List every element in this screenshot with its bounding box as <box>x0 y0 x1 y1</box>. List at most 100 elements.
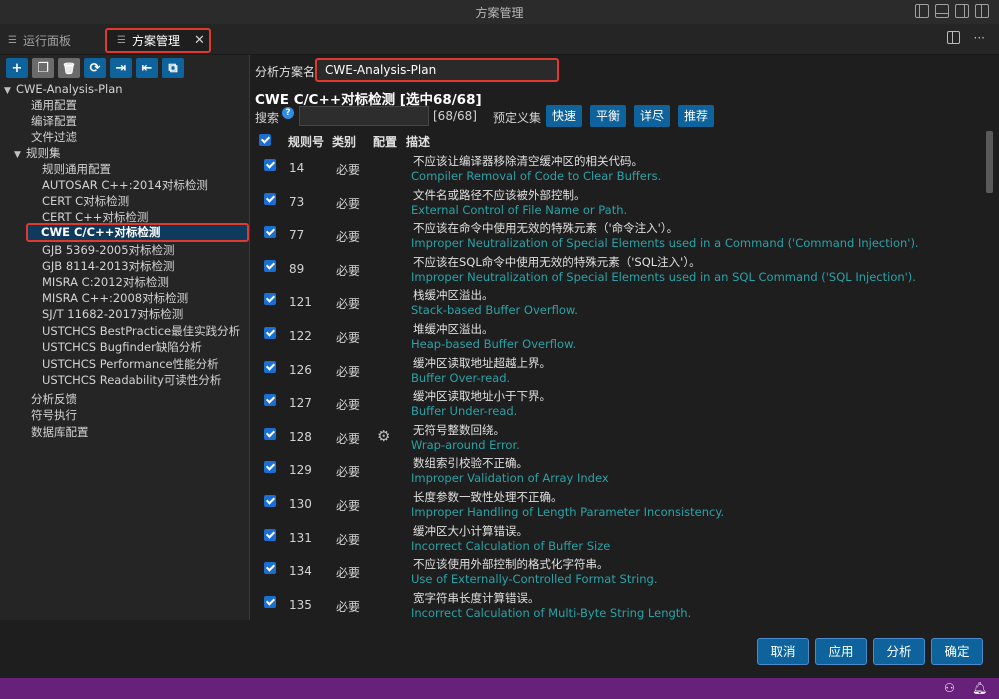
tree-rule-item[interactable]: USTCHCS Bugfinder缺陷分析 <box>42 339 202 355</box>
rule-id: 126 <box>289 362 312 377</box>
gear-icon[interactable]: ⚙ <box>377 427 390 445</box>
table-row[interactable]: 129 必要 数组索引校验不正确。 Improper Validation of Ar… <box>251 454 986 487</box>
search-count: [68/68] <box>433 109 477 123</box>
rule-checkbox[interactable] <box>264 293 276 306</box>
delete-plan-button[interactable]: 🗑 <box>58 58 80 78</box>
tree-item-file-filter[interactable]: 文件过滤 <box>31 129 77 145</box>
add-plan-button[interactable]: + <box>6 58 28 78</box>
close-icon[interactable]: ✕ <box>194 33 205 48</box>
tree-rule-item[interactable]: 规则通用配置 <box>42 161 111 177</box>
split-editor-icon[interactable] <box>946 31 960 44</box>
tree-rule-item[interactable]: USTCHCS BestPractice最佳实践分析 <box>42 323 240 339</box>
table-row[interactable]: 135 必要 宽字符串长度计算错误。 Incorrect Calculation of… <box>251 589 986 622</box>
tree-rule-item[interactable]: MISRA C:2012对标检测 <box>42 274 169 290</box>
apply-button[interactable]: 应用 <box>815 638 867 665</box>
tree-rule-item[interactable]: AUTOSAR C++:2014对标检测 <box>42 177 208 193</box>
table-row[interactable]: 130 必要 长度参数一致性处理不正确。 Improper Handling of L… <box>251 488 986 521</box>
table-row[interactable]: 14 必要 不应该让编译器移除清空缓冲区的相关代码。 Compiler Removal… <box>251 152 986 185</box>
table-row[interactable]: 89 必要 不应该在SQL命令中使用无效的特殊元素（'SQL注入'）。 Imprope… <box>251 253 986 286</box>
rule-id: 121 <box>289 295 312 310</box>
copy-plan-button[interactable]: ❐ <box>32 58 54 78</box>
customize-layout-icon[interactable] <box>975 4 989 18</box>
table-row[interactable]: 131 必要 缓冲区大小计算错误。 Incorrect Calculation of … <box>251 522 986 555</box>
rule-checkbox[interactable] <box>264 562 276 575</box>
plan-name-input[interactable]: CWE-Analysis-Plan <box>315 58 559 82</box>
tree-item-compile[interactable]: 编译配置 <box>31 113 77 129</box>
rule-checkbox[interactable] <box>264 327 276 339</box>
tree-item-general[interactable]: 通用配置 <box>31 97 77 113</box>
tree-rule-item[interactable]: GJB 8114-2013对标检测 <box>42 258 175 274</box>
tree-rule-item[interactable]: GJB 5369-2005对标检测 <box>42 242 175 258</box>
tree-root[interactable]: ▼ CWE-Analysis-Plan <box>4 81 123 97</box>
scrollbar[interactable] <box>986 131 993 193</box>
rule-checkbox[interactable] <box>264 595 276 608</box>
rule-checkbox[interactable] <box>264 259 276 272</box>
refresh-button[interactable]: ⟳ <box>84 58 106 78</box>
rule-checkbox[interactable] <box>264 159 276 171</box>
preset-balanced-button[interactable]: 平衡 <box>590 105 626 127</box>
cancel-button[interactable]: 取消 <box>757 638 809 665</box>
rule-checkbox[interactable] <box>264 427 276 440</box>
tree-rule-item[interactable]: USTCHCS Readability可读性分析 <box>42 372 221 388</box>
rule-desc-cn: 堆缓冲区溢出。 <box>413 322 494 336</box>
analyze-button[interactable]: 分析 <box>873 638 925 665</box>
tree-item-feedback[interactable]: 分析反馈 <box>31 391 77 407</box>
rule-checkbox[interactable] <box>264 226 276 239</box>
rule-category: 必要 <box>336 263 361 278</box>
tree-rule-item[interactable]: CERT C对标检测 <box>42 193 129 209</box>
export-icon: ⇤ <box>141 60 153 76</box>
table-row[interactable]: 126 必要 缓冲区读取地址超越上界。 Buffer Over-read. <box>251 354 986 387</box>
header-config: 配置 <box>373 135 398 149</box>
plus-icon: + <box>11 60 23 76</box>
tree-rule-item-selected[interactable]: CWE C/C++对标检测 <box>26 223 249 242</box>
tree-rule-item[interactable]: USTCHCS Performance性能分析 <box>42 356 219 372</box>
rule-checkbox[interactable] <box>264 360 276 373</box>
table-row[interactable]: 134 必要 不应该使用外部控制的格式化字符串。 Use of Externally-… <box>251 555 986 588</box>
select-all-checkbox[interactable] <box>259 134 271 146</box>
tab-plan-management[interactable]: ☰ 方案管理 ✕ <box>105 28 211 53</box>
duplicate-button[interactable]: ⧉ <box>162 58 184 78</box>
import-button[interactable]: ⇥ <box>110 58 132 78</box>
search-input[interactable] <box>299 106 429 126</box>
refresh-icon: ⟳ <box>89 60 101 76</box>
rule-desc-cn: 宽字符串长度计算错误。 <box>413 590 540 605</box>
rule-category: 必要 <box>336 163 361 177</box>
export-button[interactable]: ⇤ <box>136 58 158 78</box>
ok-button[interactable]: 确定 <box>931 638 983 665</box>
tree-item-symbolic[interactable]: 符号执行 <box>31 407 77 423</box>
preset-recommended-button[interactable]: 推荐 <box>678 105 714 127</box>
rule-desc-cn: 栈缓冲区溢出。 <box>413 288 494 303</box>
table-row[interactable]: 73 必要 文件名或路径不应该被外部控制。 External Control of F… <box>251 186 986 219</box>
table-row[interactable]: 77 必要 不应该在命令中使用无效的特殊元素（'命令注入'）。 Improper Ne… <box>251 219 986 252</box>
help-icon[interactable]: ? <box>282 107 294 119</box>
rule-checkbox[interactable] <box>264 394 276 407</box>
rule-checkbox[interactable] <box>264 461 276 474</box>
bell-icon[interactable]: 🔔︎ <box>972 681 987 695</box>
rule-checkbox[interactable] <box>264 192 276 205</box>
tree-rule-item[interactable]: MISRA C++:2008对标检测 <box>42 290 188 306</box>
toggle-secondary-sidebar-icon[interactable] <box>955 4 969 18</box>
toggle-sidebar-icon[interactable] <box>915 4 929 18</box>
table-row[interactable]: 122 必要 堆缓冲区溢出。 Heap-based Buffer Overflow. <box>251 320 986 353</box>
rule-category: 必要 <box>336 532 361 547</box>
rule-desc-cn: 不应该让编译器移除清空缓冲区的相关代码。 <box>413 154 643 168</box>
more-actions-icon[interactable]: ··· <box>974 31 985 45</box>
table-row[interactable]: 121 必要 栈缓冲区溢出。 Stack-based Buffer Overflow. <box>251 286 986 319</box>
import-icon: ⇥ <box>115 60 127 76</box>
tree-ruleset[interactable]: ▼ 规则集 <box>14 145 61 161</box>
table-row[interactable]: 128 必要 ⚙ 无符号整数回绕。 Wrap-around Error. <box>251 421 986 454</box>
rule-checkbox[interactable] <box>264 528 276 541</box>
preset-fast-button[interactable]: 快速 <box>546 105 582 127</box>
rule-category: 必要 <box>336 431 361 446</box>
preset-thorough-button[interactable]: 详尽 <box>634 105 670 127</box>
toggle-panel-icon[interactable] <box>935 4 949 18</box>
account-icon[interactable]: ⚇ <box>944 681 955 695</box>
tree-rule-item[interactable]: SJ/T 11682-2017对标检测 <box>42 306 183 322</box>
rule-id: 73 <box>289 194 305 209</box>
table-row[interactable]: 127 必要 缓冲区读取地址小于下界。 Buffer Under-read. <box>251 387 986 420</box>
rule-checkbox[interactable] <box>264 495 276 507</box>
tree-item-database[interactable]: 数据库配置 <box>31 424 89 440</box>
header-category: 类别 <box>332 135 357 149</box>
tab-run-panel[interactable]: ☰ 运行面板 <box>8 28 71 53</box>
rule-desc-en: Improper Neutralization of Special Eleme… <box>411 236 919 251</box>
